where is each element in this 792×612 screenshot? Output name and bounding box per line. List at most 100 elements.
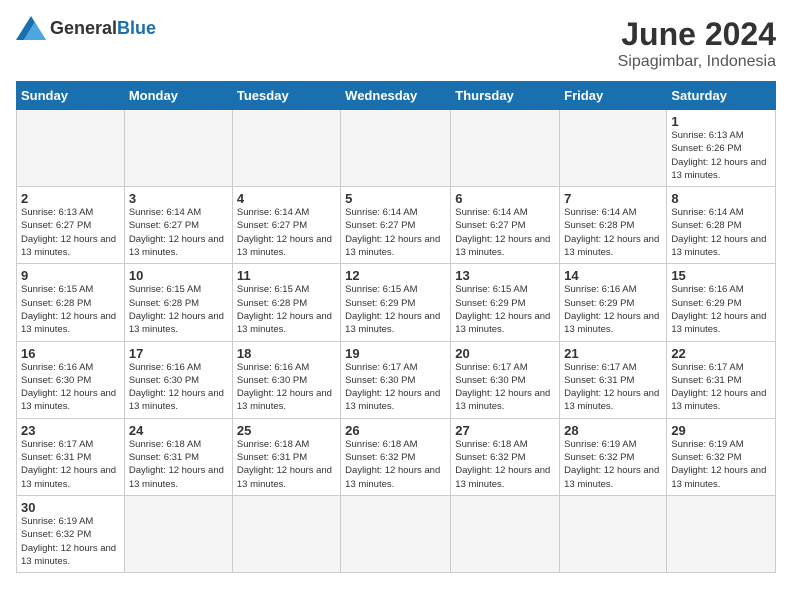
day-number: 4 [237,191,336,206]
day-info: Sunrise: 6:18 AMSunset: 6:32 PMDaylight:… [345,439,440,490]
calendar-cell: 29Sunrise: 6:19 AMSunset: 6:32 PMDayligh… [667,418,776,495]
day-number: 30 [21,500,120,515]
calendar-cell: 27Sunrise: 6:18 AMSunset: 6:32 PMDayligh… [451,418,560,495]
calendar-cell: 19Sunrise: 6:17 AMSunset: 6:30 PMDayligh… [341,341,451,418]
calendar-cell [232,110,340,187]
calendar-cell: 20Sunrise: 6:17 AMSunset: 6:30 PMDayligh… [451,341,560,418]
logo-text: GeneralBlue [50,18,156,39]
calendar-cell: 24Sunrise: 6:18 AMSunset: 6:31 PMDayligh… [124,418,232,495]
calendar-cell [451,110,560,187]
calendar-cell [232,495,340,572]
calendar-cell: 30Sunrise: 6:19 AMSunset: 6:32 PMDayligh… [17,495,125,572]
day-number: 28 [564,423,662,438]
calendar-cell: 21Sunrise: 6:17 AMSunset: 6:31 PMDayligh… [560,341,667,418]
col-sunday: Sunday [17,82,125,110]
col-thursday: Thursday [451,82,560,110]
day-number: 13 [455,268,555,283]
day-info: Sunrise: 6:15 AMSunset: 6:28 PMDaylight:… [129,284,224,335]
calendar-week-row: 23Sunrise: 6:17 AMSunset: 6:31 PMDayligh… [17,418,776,495]
calendar-cell: 6Sunrise: 6:14 AMSunset: 6:27 PMDaylight… [451,187,560,264]
day-number: 20 [455,346,555,361]
day-info: Sunrise: 6:14 AMSunset: 6:27 PMDaylight:… [455,207,550,258]
calendar-table: Sunday Monday Tuesday Wednesday Thursday… [16,81,776,573]
calendar-cell: 18Sunrise: 6:16 AMSunset: 6:30 PMDayligh… [232,341,340,418]
calendar-cell [560,495,667,572]
calendar-week-row: 1Sunrise: 6:13 AMSunset: 6:26 PMDaylight… [17,110,776,187]
calendar-cell: 7Sunrise: 6:14 AMSunset: 6:28 PMDaylight… [560,187,667,264]
day-info: Sunrise: 6:16 AMSunset: 6:29 PMDaylight:… [671,284,766,335]
calendar-cell: 9Sunrise: 6:15 AMSunset: 6:28 PMDaylight… [17,264,125,341]
day-info: Sunrise: 6:15 AMSunset: 6:29 PMDaylight:… [455,284,550,335]
day-number: 12 [345,268,446,283]
col-friday: Friday [560,82,667,110]
calendar-cell: 17Sunrise: 6:16 AMSunset: 6:30 PMDayligh… [124,341,232,418]
day-number: 26 [345,423,446,438]
day-number: 1 [671,114,771,129]
col-monday: Monday [124,82,232,110]
day-info: Sunrise: 6:18 AMSunset: 6:31 PMDaylight:… [129,439,224,490]
calendar-header-row: Sunday Monday Tuesday Wednesday Thursday… [17,82,776,110]
day-info: Sunrise: 6:14 AMSunset: 6:27 PMDaylight:… [345,207,440,258]
day-info: Sunrise: 6:14 AMSunset: 6:27 PMDaylight:… [129,207,224,258]
calendar-cell [17,110,125,187]
day-info: Sunrise: 6:15 AMSunset: 6:29 PMDaylight:… [345,284,440,335]
calendar-cell: 15Sunrise: 6:16 AMSunset: 6:29 PMDayligh… [667,264,776,341]
day-number: 9 [21,268,120,283]
day-info: Sunrise: 6:16 AMSunset: 6:30 PMDaylight:… [129,362,224,413]
calendar-cell [451,495,560,572]
calendar-week-row: 2Sunrise: 6:13 AMSunset: 6:27 PMDaylight… [17,187,776,264]
calendar-cell: 22Sunrise: 6:17 AMSunset: 6:31 PMDayligh… [667,341,776,418]
calendar-cell [667,495,776,572]
day-info: Sunrise: 6:19 AMSunset: 6:32 PMDaylight:… [671,439,766,490]
day-info: Sunrise: 6:17 AMSunset: 6:31 PMDaylight:… [21,439,116,490]
day-number: 21 [564,346,662,361]
day-number: 27 [455,423,555,438]
day-info: Sunrise: 6:17 AMSunset: 6:30 PMDaylight:… [455,362,550,413]
calendar-cell [341,495,451,572]
day-number: 24 [129,423,228,438]
calendar-cell: 23Sunrise: 6:17 AMSunset: 6:31 PMDayligh… [17,418,125,495]
calendar-cell [560,110,667,187]
day-number: 7 [564,191,662,206]
day-number: 11 [237,268,336,283]
day-number: 6 [455,191,555,206]
day-number: 8 [671,191,771,206]
day-info: Sunrise: 6:16 AMSunset: 6:30 PMDaylight:… [237,362,332,413]
day-number: 25 [237,423,336,438]
day-info: Sunrise: 6:18 AMSunset: 6:32 PMDaylight:… [455,439,550,490]
day-number: 23 [21,423,120,438]
calendar-subtitle: Sipagimbar, Indonesia [618,53,776,71]
day-info: Sunrise: 6:17 AMSunset: 6:30 PMDaylight:… [345,362,440,413]
day-info: Sunrise: 6:14 AMSunset: 6:28 PMDaylight:… [564,207,659,258]
calendar-cell: 14Sunrise: 6:16 AMSunset: 6:29 PMDayligh… [560,264,667,341]
calendar-week-row: 16 Sunrise: 6:16 AMSunset: 6:30 PMDayligh… [17,341,776,418]
calendar-week-row: 30Sunrise: 6:19 AMSunset: 6:32 PMDayligh… [17,495,776,572]
day-number: 22 [671,346,771,361]
day-info: Sunrise: 6:18 AMSunset: 6:31 PMDaylight:… [237,439,332,490]
day-number: 17 [129,346,228,361]
calendar-cell [124,110,232,187]
day-number: 3 [129,191,228,206]
calendar-cell: 2Sunrise: 6:13 AMSunset: 6:27 PMDaylight… [17,187,125,264]
calendar-cell [341,110,451,187]
calendar-cell: 13Sunrise: 6:15 AMSunset: 6:29 PMDayligh… [451,264,560,341]
day-info: Sunrise: 6:17 AMSunset: 6:31 PMDaylight:… [671,362,766,413]
day-number: 16 [21,346,120,361]
day-number: 29 [671,423,771,438]
calendar-cell: 5Sunrise: 6:14 AMSunset: 6:27 PMDaylight… [341,187,451,264]
day-info: Sunrise: 6:15 AMSunset: 6:28 PMDaylight:… [21,284,116,335]
logo-general: General [50,18,117,38]
title-area: June 2024 Sipagimbar, Indonesia [618,16,776,71]
calendar-cell: 3Sunrise: 6:14 AMSunset: 6:27 PMDaylight… [124,187,232,264]
logo-icon [16,16,46,40]
calendar-cell: 26Sunrise: 6:18 AMSunset: 6:32 PMDayligh… [341,418,451,495]
logo-blue: Blue [117,18,156,38]
calendar-title: June 2024 [618,16,776,53]
col-tuesday: Tuesday [232,82,340,110]
calendar-cell: 8Sunrise: 6:14 AMSunset: 6:28 PMDaylight… [667,187,776,264]
day-number: 19 [345,346,446,361]
calendar-cell [124,495,232,572]
logo: GeneralBlue [16,16,156,40]
calendar-cell: 10Sunrise: 6:15 AMSunset: 6:28 PMDayligh… [124,264,232,341]
calendar-week-row: 9Sunrise: 6:15 AMSunset: 6:28 PMDaylight… [17,264,776,341]
